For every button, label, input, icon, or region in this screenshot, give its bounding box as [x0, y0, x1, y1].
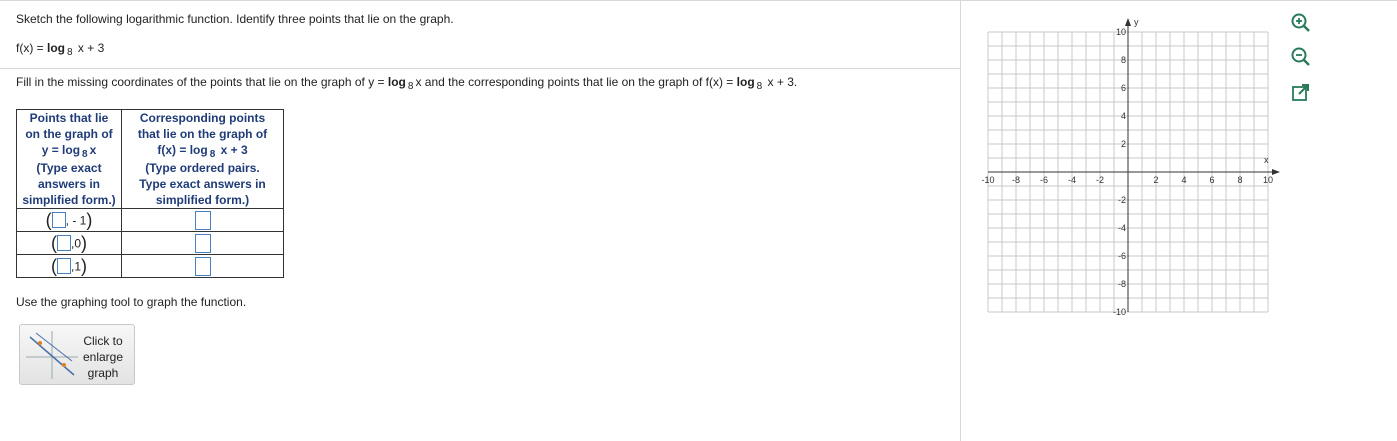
- x-tick-label: -10: [981, 175, 994, 185]
- corresponding-point-input[interactable]: [194, 233, 211, 253]
- close-paren: ): [81, 232, 88, 253]
- x-tick-label: -8: [1012, 175, 1020, 185]
- point-cell: (,1): [16, 254, 122, 278]
- x-axis-label: x: [1264, 155, 1269, 165]
- col2-eq-prefix: f(x) = log: [157, 143, 208, 157]
- point-cell: (,0): [16, 231, 122, 255]
- corresponding-point-cell: [121, 231, 284, 255]
- open-external-icon[interactable]: [1290, 82, 1312, 104]
- y-tick-label: 10: [1116, 27, 1126, 37]
- enlarge-label: Click to enlarge graph: [82, 334, 124, 380]
- col2-header-line2: that lie on the graph of: [137, 127, 268, 141]
- y-tick-label: -8: [1118, 279, 1126, 289]
- table-header-row: Points that lie on the graph of y = log 8…: [16, 109, 284, 209]
- x-axis-arrow: [1272, 169, 1280, 175]
- col1-header-line2: on the graph of: [25, 127, 113, 141]
- y-tick-label: -6: [1118, 251, 1126, 261]
- function-suffix: x + 3: [74, 41, 105, 55]
- graph-thumbnail-icon: [26, 331, 78, 379]
- y-tick-label: 4: [1121, 111, 1126, 121]
- graph-axes: [988, 18, 1280, 312]
- x-tick-label: 6: [1209, 175, 1214, 185]
- section-divider: [0, 68, 960, 69]
- x-tick-label: -2: [1096, 175, 1104, 185]
- corresponding-point-input[interactable]: [194, 256, 211, 276]
- col2-hint-line1: (Type ordered pairs.: [145, 161, 260, 175]
- graph-tick-labels: x y -10 -8 -6 -4 -2 2 4 6 8 10 10 8 6 4 2 -2 -4 -6 -8 -10: [981, 17, 1273, 317]
- zoom-out-icon[interactable]: [1290, 46, 1312, 68]
- x-coordinate-input[interactable]: [51, 212, 66, 228]
- y-tick-label: -4: [1118, 223, 1126, 233]
- function-definition: f(x) = log 8 x + 3: [16, 41, 105, 58]
- fill-base1: 8: [407, 81, 414, 92]
- corresponding-point-input[interactable]: [194, 210, 211, 230]
- col1-eq-prefix: y = log: [41, 143, 81, 157]
- graph-tool-instruction: Use the graphing tool to graph the funct…: [16, 295, 247, 309]
- close-paren: ): [86, 209, 93, 230]
- x-tick-label: 4: [1181, 175, 1186, 185]
- table-row: (,1): [16, 254, 284, 278]
- panel-divider: [960, 0, 961, 441]
- y-axis-arrow: [1125, 18, 1131, 26]
- coordinate-graph[interactable]: x y -10 -8 -6 -4 -2 2 4 6 8 10 10 8 6 4 2 -2 -4 -6 -8 -10: [980, 14, 1280, 324]
- y-tick-label: -2: [1118, 195, 1126, 205]
- top-border: [0, 0, 1397, 1]
- col1-hint-line3: simplified form.): [22, 193, 116, 207]
- col2-hint-line2: Type exact answers in: [139, 177, 266, 191]
- points-table: Points that lie on the graph of y = log 8…: [16, 109, 284, 278]
- y-tick-label: 8: [1121, 55, 1126, 65]
- table-row: (,0): [16, 231, 284, 255]
- fill-base2: 8: [756, 81, 763, 92]
- col1-header: Points that lie on the graph of y = log 8…: [16, 109, 122, 209]
- x-tick-label: -4: [1068, 175, 1076, 185]
- fill-log1: log: [387, 75, 406, 89]
- col2-eq-suffix: x + 3: [217, 143, 248, 157]
- col2-header: Corresponding points that lie on the gra…: [121, 109, 284, 209]
- y-tick-label: 2: [1121, 139, 1126, 149]
- x-tick-label: 10: [1263, 175, 1273, 185]
- point-cell: (, - 1): [16, 208, 122, 232]
- fill-mid: x and the corresponding points that lie …: [415, 75, 737, 89]
- function-log: log: [47, 41, 66, 55]
- corresponding-point-cell: [121, 254, 284, 278]
- col1-hint-line2: answers in: [37, 177, 101, 191]
- col1-eq-base: 8: [82, 149, 88, 160]
- y-coordinate-value: 0: [74, 236, 82, 250]
- x-tick-label: -6: [1040, 175, 1048, 185]
- fill-prefix: Fill in the missing coordinates of the p…: [16, 75, 388, 89]
- y-coordinate-value: 1: [74, 259, 82, 273]
- col2-hint-line3: simplified form.): [155, 193, 250, 207]
- col2-eq-base: 8: [209, 149, 216, 160]
- function-base: 8: [67, 47, 73, 58]
- close-paren: ): [81, 255, 88, 276]
- instruction-text: Sketch the following logarithmic functio…: [16, 12, 454, 26]
- y-coordinate-value: - 1: [69, 213, 87, 227]
- zoom-in-icon[interactable]: [1290, 12, 1312, 34]
- col1-header-line1: Points that lie: [29, 111, 109, 125]
- col1-hint-line1: (Type exact: [36, 161, 102, 175]
- y-axis-label: y: [1134, 17, 1139, 27]
- y-tick-label: 6: [1121, 83, 1126, 93]
- x-coordinate-input[interactable]: [56, 235, 71, 251]
- fill-suffix: x + 3.: [764, 75, 798, 89]
- col2-header-line1: Corresponding points: [139, 111, 266, 125]
- x-tick-label: 2: [1153, 175, 1158, 185]
- function-prefix: f(x) =: [16, 41, 48, 55]
- enlarge-graph-button[interactable]: Click to enlarge graph: [19, 324, 135, 385]
- x-coordinate-input[interactable]: [56, 258, 71, 274]
- y-tick-label: -10: [1113, 307, 1126, 317]
- col2-header-eq: f(x) = log 8 x + 3: [124, 142, 281, 160]
- corresponding-point-cell: [121, 208, 284, 232]
- x-tick-label: 8: [1237, 175, 1242, 185]
- fill-log2: log: [736, 75, 755, 89]
- table-row: (, - 1): [16, 208, 284, 232]
- col1-eq-suffix: x: [89, 143, 97, 157]
- fill-instruction: Fill in the missing coordinates of the p…: [16, 75, 798, 92]
- col1-header-eq: y = log 8 x: [19, 142, 119, 160]
